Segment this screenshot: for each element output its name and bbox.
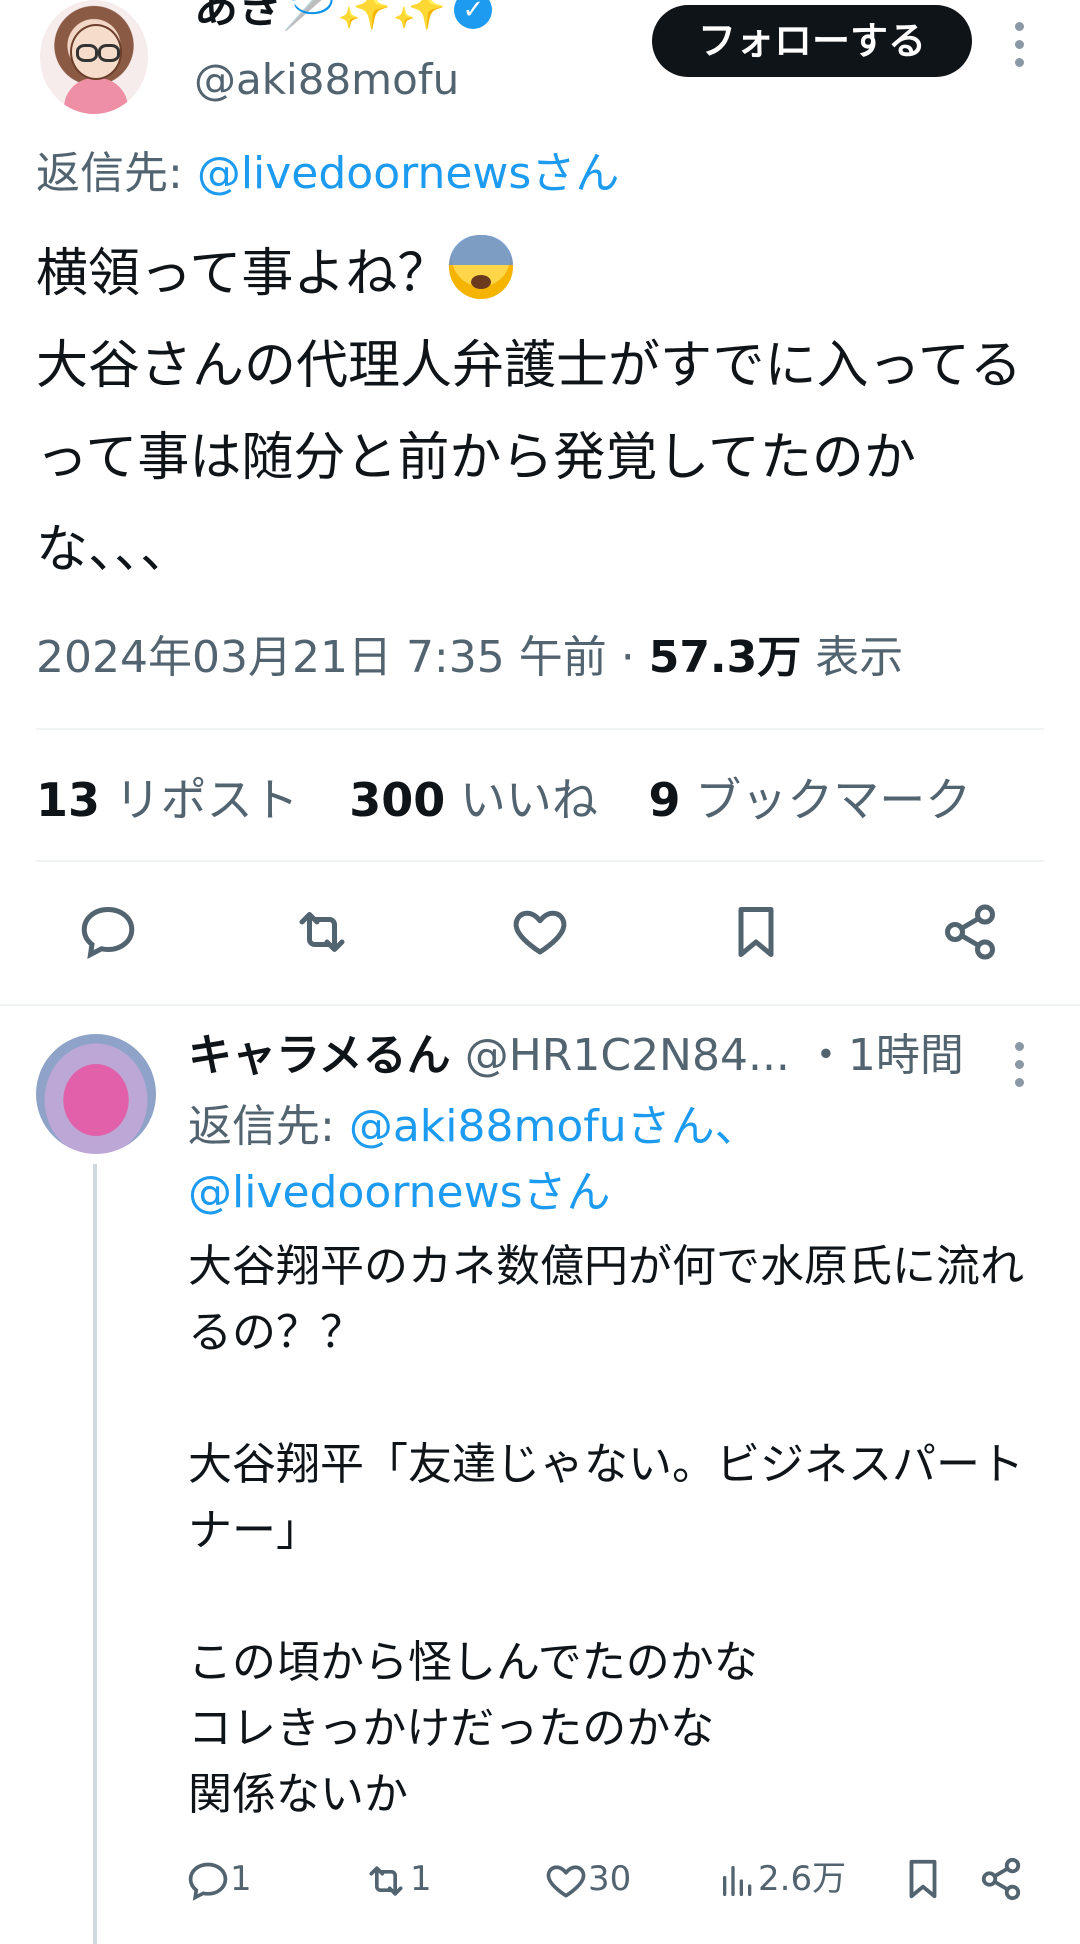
bookmarks-label: ブックマーク <box>695 773 972 827</box>
reposts-count: 13 <box>36 773 101 827</box>
follow-button[interactable]: フォローする <box>652 5 972 77</box>
reply-views-count: 2.6万 <box>758 1859 847 1899</box>
reply-author-avatar[interactable] <box>36 1034 156 1154</box>
bookmarks-stat[interactable]: 9 ブックマーク <box>649 773 972 827</box>
views-bar-chart-icon <box>723 1865 752 1896</box>
tweet-text-rest: 大谷さんの代理人弁護士がすでに入ってるって事は随分と前から発覚してたのかな、、、 <box>36 336 1022 580</box>
reply-views-button[interactable]: 2.6万 <box>718 1852 846 1906</box>
author-avatar[interactable] <box>40 0 148 114</box>
reply-icon <box>188 1862 228 1901</box>
reply-body: 大谷翔平のカネ数億円が何で水原氏に流れるの？？ 大谷翔平「友達じゃない。ビジネス… <box>188 1241 1024 1820</box>
reply-to-handle-link[interactable]: @livedoornewsさん <box>188 1167 611 1218</box>
views-label: 表示 <box>801 632 904 683</box>
reply-replies-count: 1 <box>230 1859 252 1899</box>
share-icon[interactable] <box>940 902 1000 962</box>
divider <box>36 860 1044 862</box>
share-icon[interactable] <box>978 1856 1024 1902</box>
reply-likes-count: 30 <box>588 1859 632 1899</box>
like-heart-icon <box>546 1864 586 1897</box>
reply-more-options-icon[interactable] <box>1015 1042 1025 1096</box>
likes-label: いいね <box>459 773 598 827</box>
reply-time[interactable]: ・1時間 <box>804 1030 964 1081</box>
bookmarks-count: 9 <box>648 773 681 827</box>
repost-icon <box>369 1865 403 1896</box>
section-divider <box>0 1004 1080 1006</box>
reply-reply-button[interactable]: 1 <box>186 1852 252 1906</box>
verified-check-icon: ✓ <box>454 0 493 29</box>
reply-action-bar: 1 1 30 2.6万 <box>186 1852 1046 1912</box>
reply-to-prefix: 返信先: <box>36 148 197 199</box>
reply-repost-button[interactable]: 1 <box>362 1852 432 1906</box>
reposts-label: リポスト <box>114 773 299 827</box>
tweet-timestamp[interactable]: 2024年03月21日 7:35 午前 · <box>36 632 649 683</box>
reply-icon[interactable] <box>78 902 138 962</box>
reply-like-button[interactable]: 30 <box>544 1852 631 1906</box>
reply-author-line: キャラメるん @HR1C2N84... ・1時間 <box>188 1024 964 1088</box>
author-display-name[interactable]: あき🪡✨✨ ✓ <box>194 0 493 36</box>
thread-line <box>93 1164 97 1944</box>
reply-to-line: 返信先: @livedoornewsさん <box>36 144 619 204</box>
reposts-stat[interactable]: 13 リポスト <box>36 773 299 827</box>
bookmark-icon[interactable] <box>726 902 786 962</box>
reply-reposts-count: 1 <box>410 1859 432 1899</box>
reply-to-handle-link[interactable]: @aki88mofuさん、 <box>349 1101 759 1152</box>
reply-to-prefix: 返信先: <box>188 1101 349 1152</box>
reply-to-line: 返信先: @aki88mofuさん、 @livedoornewsさん <box>188 1094 759 1226</box>
reply-to-handle-link[interactable]: @livedoornewsさん <box>197 148 620 199</box>
reply-author-name[interactable]: キャラメるん <box>188 1030 451 1081</box>
divider <box>36 728 1044 730</box>
likes-stat[interactable]: 300 いいね <box>349 773 598 827</box>
tweet-body: 横領って事よね？ 大谷さんの代理人弁護士がすでに入ってるって事は随分と前から発覚… <box>36 228 1046 596</box>
engagement-stats: 13 リポスト 300 いいね 9 ブックマーク <box>36 770 971 830</box>
more-options-icon[interactable] <box>1015 22 1025 76</box>
tweet-meta: 2024年03月21日 7:35 午前 · 57.3万 表示 <box>36 628 903 688</box>
views-count: 57.3万 <box>648 632 802 683</box>
reply-author-handle[interactable]: @HR1C2N84... <box>465 1030 790 1081</box>
like-heart-icon[interactable] <box>510 902 570 962</box>
author-name-text[interactable]: あき🪡✨✨ <box>194 0 446 33</box>
bookmark-icon[interactable] <box>900 1856 946 1902</box>
repost-icon[interactable] <box>292 902 352 962</box>
likes-count: 300 <box>349 773 446 827</box>
author-handle[interactable]: @aki88mofu <box>194 52 459 108</box>
tweet-text-line1: 横領って事よね？ <box>36 244 450 304</box>
anxious-sweat-face-emoji-icon <box>449 235 514 299</box>
